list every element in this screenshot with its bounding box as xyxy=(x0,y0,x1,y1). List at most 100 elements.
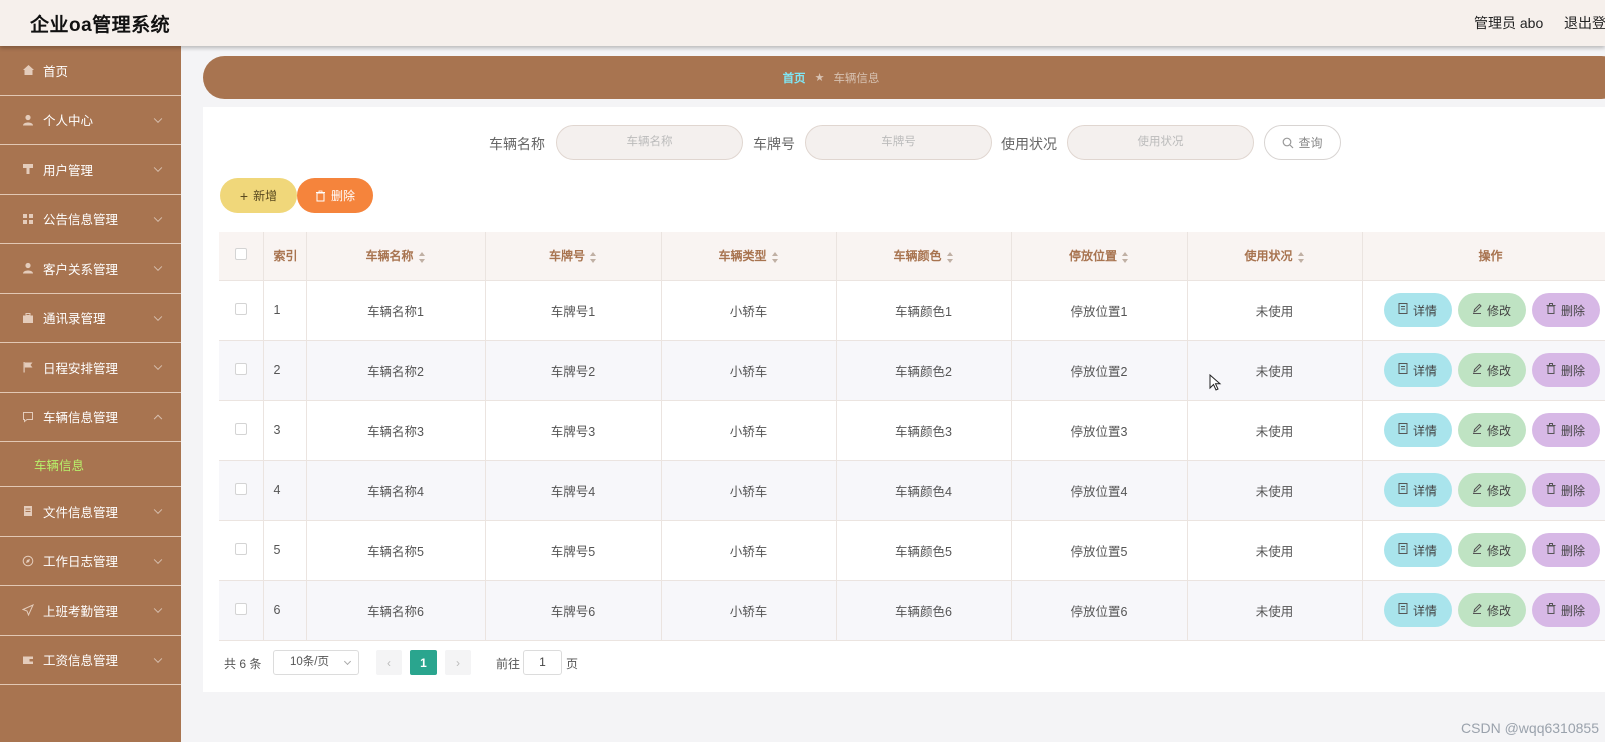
page-size-select[interactable]: 10条/页 xyxy=(273,650,359,675)
cell-index: 3 xyxy=(263,400,307,461)
sort-icon[interactable] xyxy=(771,251,779,263)
sort-icon[interactable] xyxy=(1297,251,1305,263)
cell-status: 未使用 xyxy=(1187,280,1363,341)
delete-button[interactable]: 删除 xyxy=(1531,413,1600,447)
detail-button[interactable]: 详情 xyxy=(1383,353,1452,387)
row-checkbox[interactable] xyxy=(234,362,247,375)
sidebar-item-label: 个人中心 xyxy=(43,114,94,129)
row-checkbox[interactable] xyxy=(234,482,247,495)
sidebar-item-3[interactable]: 公告信息管理 xyxy=(0,195,181,244)
delete-button[interactable]: 删除 xyxy=(1531,533,1600,567)
edit-button[interactable]: 修改 xyxy=(1457,473,1526,507)
vehicle-table: 索引 车辆名称 车牌号 车辆类型 车辆颜色 停放位置 使用状况 操作 1 车辆名称… xyxy=(219,232,1605,641)
sidebar-item-1[interactable]: 个人中心 xyxy=(0,96,181,145)
goto-unit: 页 xyxy=(566,657,579,671)
header-status[interactable]: 使用状况 xyxy=(1187,232,1363,281)
cell-actions: 详情 修改 删除 xyxy=(1362,400,1605,461)
detail-label: 详情 xyxy=(1412,483,1437,498)
sidebar-item-2[interactable]: 用户管理 xyxy=(0,145,181,195)
table-row: 1 车辆名称1 车牌号1 小轿车 车辆颜色1 停放位置1 未使用 详情 修改 删除 xyxy=(219,280,1605,341)
row-checkbox[interactable] xyxy=(234,422,247,435)
search-button[interactable]: 查询 xyxy=(1264,125,1341,160)
delete-label: 删除 xyxy=(1560,543,1585,558)
header-location[interactable]: 停放位置 xyxy=(1011,232,1188,281)
chevron-down-icon xyxy=(153,262,163,272)
cell-actions: 详情 修改 删除 xyxy=(1362,340,1605,401)
breadcrumb-current: 车辆信息 xyxy=(833,72,880,85)
briefcase-icon xyxy=(21,311,35,325)
batch-delete-button[interactable]: 删除 xyxy=(297,178,373,213)
cell-actions: 详情 修改 删除 xyxy=(1362,520,1605,581)
add-button[interactable]: + 新增 xyxy=(220,178,297,213)
cell-name: 车辆名称4 xyxy=(306,460,486,521)
edit-button[interactable]: 修改 xyxy=(1457,353,1526,387)
cell-index: 4 xyxy=(263,460,307,521)
cell-index: 1 xyxy=(263,280,307,341)
plate-input[interactable]: 车牌号 xyxy=(805,125,992,160)
edit-button[interactable]: 修改 xyxy=(1457,593,1526,627)
delete-button[interactable]: 删除 xyxy=(1531,293,1600,327)
status-input[interactable]: 使用状况 xyxy=(1067,125,1254,160)
sidebar-item-4[interactable]: 客户关系管理 xyxy=(0,244,181,294)
prev-page-button[interactable]: ‹ xyxy=(376,650,402,675)
sidebar-item-9[interactable]: 工作日志管理 xyxy=(0,537,181,586)
row-checkbox[interactable] xyxy=(234,302,247,315)
row-select-cell xyxy=(219,280,264,341)
trash-icon xyxy=(1546,483,1556,497)
detail-button[interactable]: 详情 xyxy=(1383,593,1452,627)
header-vehicle-name[interactable]: 车辆名称 xyxy=(306,232,486,281)
delete-button[interactable]: 删除 xyxy=(1531,473,1600,507)
cell-location: 停放位置1 xyxy=(1011,280,1188,341)
cell-location: 停放位置2 xyxy=(1011,340,1188,401)
sidebar-item-5[interactable]: 通讯录管理 xyxy=(0,294,181,343)
select-all-checkbox[interactable] xyxy=(234,248,247,261)
sidebar-item-6[interactable]: 日程安排管理 xyxy=(0,343,181,393)
sidebar-item-8[interactable]: 文件信息管理 xyxy=(0,487,181,537)
sort-icon[interactable] xyxy=(418,251,426,263)
logout-link[interactable]: 退出登 xyxy=(1564,13,1605,33)
header-color[interactable]: 车辆颜色 xyxy=(836,232,1012,281)
edit-button[interactable]: 修改 xyxy=(1457,293,1526,327)
delete-button[interactable]: 删除 xyxy=(1531,593,1600,627)
sort-icon[interactable] xyxy=(946,251,954,263)
sidebar-item-10[interactable]: 上班考勤管理 xyxy=(0,586,181,636)
pencil-icon xyxy=(1472,603,1482,617)
sidebar-item-label: 车辆信息管理 xyxy=(43,411,119,426)
goto-page-input[interactable]: 1 xyxy=(523,650,562,675)
detail-label: 详情 xyxy=(1412,603,1437,618)
cell-index: 5 xyxy=(263,520,307,581)
breadcrumb-home[interactable]: 首页 xyxy=(783,70,806,86)
edit-button[interactable]: 修改 xyxy=(1457,533,1526,567)
next-page-button[interactable]: › xyxy=(445,650,471,675)
detail-button[interactable]: 详情 xyxy=(1383,473,1452,507)
row-checkbox[interactable] xyxy=(234,602,247,615)
row-checkbox[interactable] xyxy=(234,542,247,555)
detail-button[interactable]: 详情 xyxy=(1383,533,1452,567)
detail-button[interactable]: 详情 xyxy=(1383,293,1452,327)
cell-type: 小轿车 xyxy=(661,580,837,641)
sidebar-item-7[interactable]: 车辆信息管理 xyxy=(0,393,181,442)
page-size-value: 10条/页 xyxy=(290,656,329,668)
sidebar-item-11[interactable]: 工资信息管理 xyxy=(0,636,181,685)
mouse-cursor-icon xyxy=(1209,374,1222,391)
chevron-down-icon xyxy=(153,213,163,222)
header-type[interactable]: 车辆类型 xyxy=(661,232,837,281)
delete-button[interactable]: 删除 xyxy=(1531,353,1600,387)
cell-name: 车辆名称6 xyxy=(306,580,486,641)
chevron-down-icon xyxy=(153,361,163,371)
sidebar-item-0[interactable]: 首页 xyxy=(0,46,181,96)
cell-color: 车辆颜色5 xyxy=(836,520,1012,581)
edit-button[interactable]: 修改 xyxy=(1457,413,1526,447)
sidebar-item-label: 工作日志管理 xyxy=(43,555,119,570)
header-label: 车辆类型 xyxy=(718,249,767,264)
sort-icon[interactable] xyxy=(1122,251,1129,263)
detail-button[interactable]: 详情 xyxy=(1383,413,1452,447)
vehicle-name-input[interactable]: 车辆名称 xyxy=(556,125,743,160)
row-select-cell xyxy=(219,580,264,641)
cell-name: 车辆名称5 xyxy=(306,520,486,581)
sort-icon[interactable] xyxy=(590,251,597,263)
cell-location: 停放位置5 xyxy=(1011,520,1188,581)
sidebar-subitem-vehicle-info[interactable]: 车辆信息 xyxy=(0,442,181,487)
page-number-current[interactable]: 1 xyxy=(410,650,437,675)
header-plate[interactable]: 车牌号 xyxy=(485,232,662,281)
